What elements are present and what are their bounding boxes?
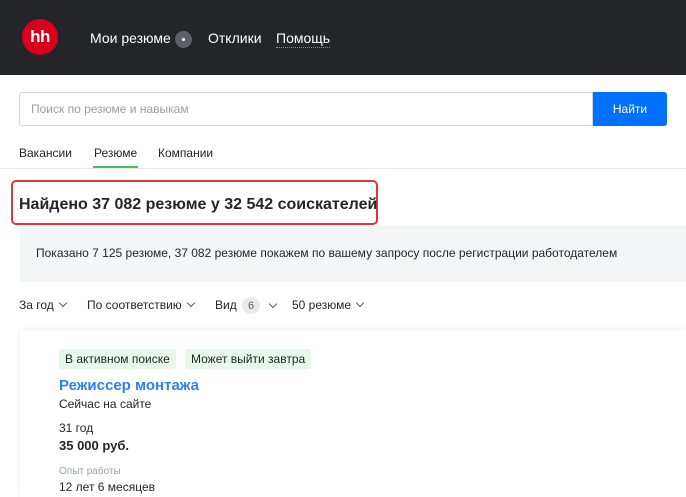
expected-salary: 35 000 руб. (59, 438, 130, 453)
chevron-down-icon (268, 299, 278, 309)
view-count-badge: 6 (242, 297, 260, 314)
filter-sort[interactable]: По соответствию (87, 298, 196, 312)
hh-logo[interactable]: hh (22, 19, 58, 55)
nav-my-resumes[interactable]: Мои резюме (90, 30, 171, 46)
candidate-age: 31 год (59, 421, 94, 435)
tab-resumes[interactable]: Резюме (94, 146, 137, 160)
chevron-down-icon (186, 298, 196, 308)
status-badge-available-tomorrow: Может выйти завтра (185, 349, 312, 369)
filter-period[interactable]: За год (19, 298, 68, 312)
logo-text: hh (30, 27, 50, 46)
nav-responses[interactable]: Отклики (208, 30, 262, 46)
filter-per-page-label: 50 резюме (292, 298, 352, 312)
registration-notice-text: Показано 7 125 резюме, 37 082 резюме пок… (36, 246, 618, 260)
experience-value: 12 лет 6 месяцев (59, 480, 156, 494)
status-badge-active-search: В активном поиске (59, 349, 176, 369)
tab-companies[interactable]: Компании (158, 146, 213, 160)
filter-period-label: За год (19, 298, 54, 312)
filter-per-page[interactable]: 50 резюме (292, 298, 365, 312)
filter-view-toggle[interactable] (264, 299, 278, 313)
resume-title-link[interactable]: Режиссер монтажа (59, 377, 199, 394)
tabs-divider (0, 168, 686, 169)
filter-view[interactable]: Вид (215, 298, 237, 312)
nav-help[interactable]: Помощь (276, 30, 331, 48)
chevron-down-icon (58, 298, 68, 308)
online-status: Сейчас на сайте (59, 397, 152, 411)
search-input[interactable] (19, 92, 593, 126)
experience-label: Опыт работы (59, 466, 121, 477)
chevron-down-icon (355, 298, 365, 308)
results-count-title: Найдено 37 082 резюме у 32 542 соискател… (19, 196, 378, 213)
dots-menu-icon[interactable] (175, 31, 192, 48)
tab-vacancies[interactable]: Вакансии (19, 146, 72, 160)
search-button[interactable]: Найти (593, 92, 667, 126)
filter-sort-label: По соответствию (87, 298, 182, 312)
